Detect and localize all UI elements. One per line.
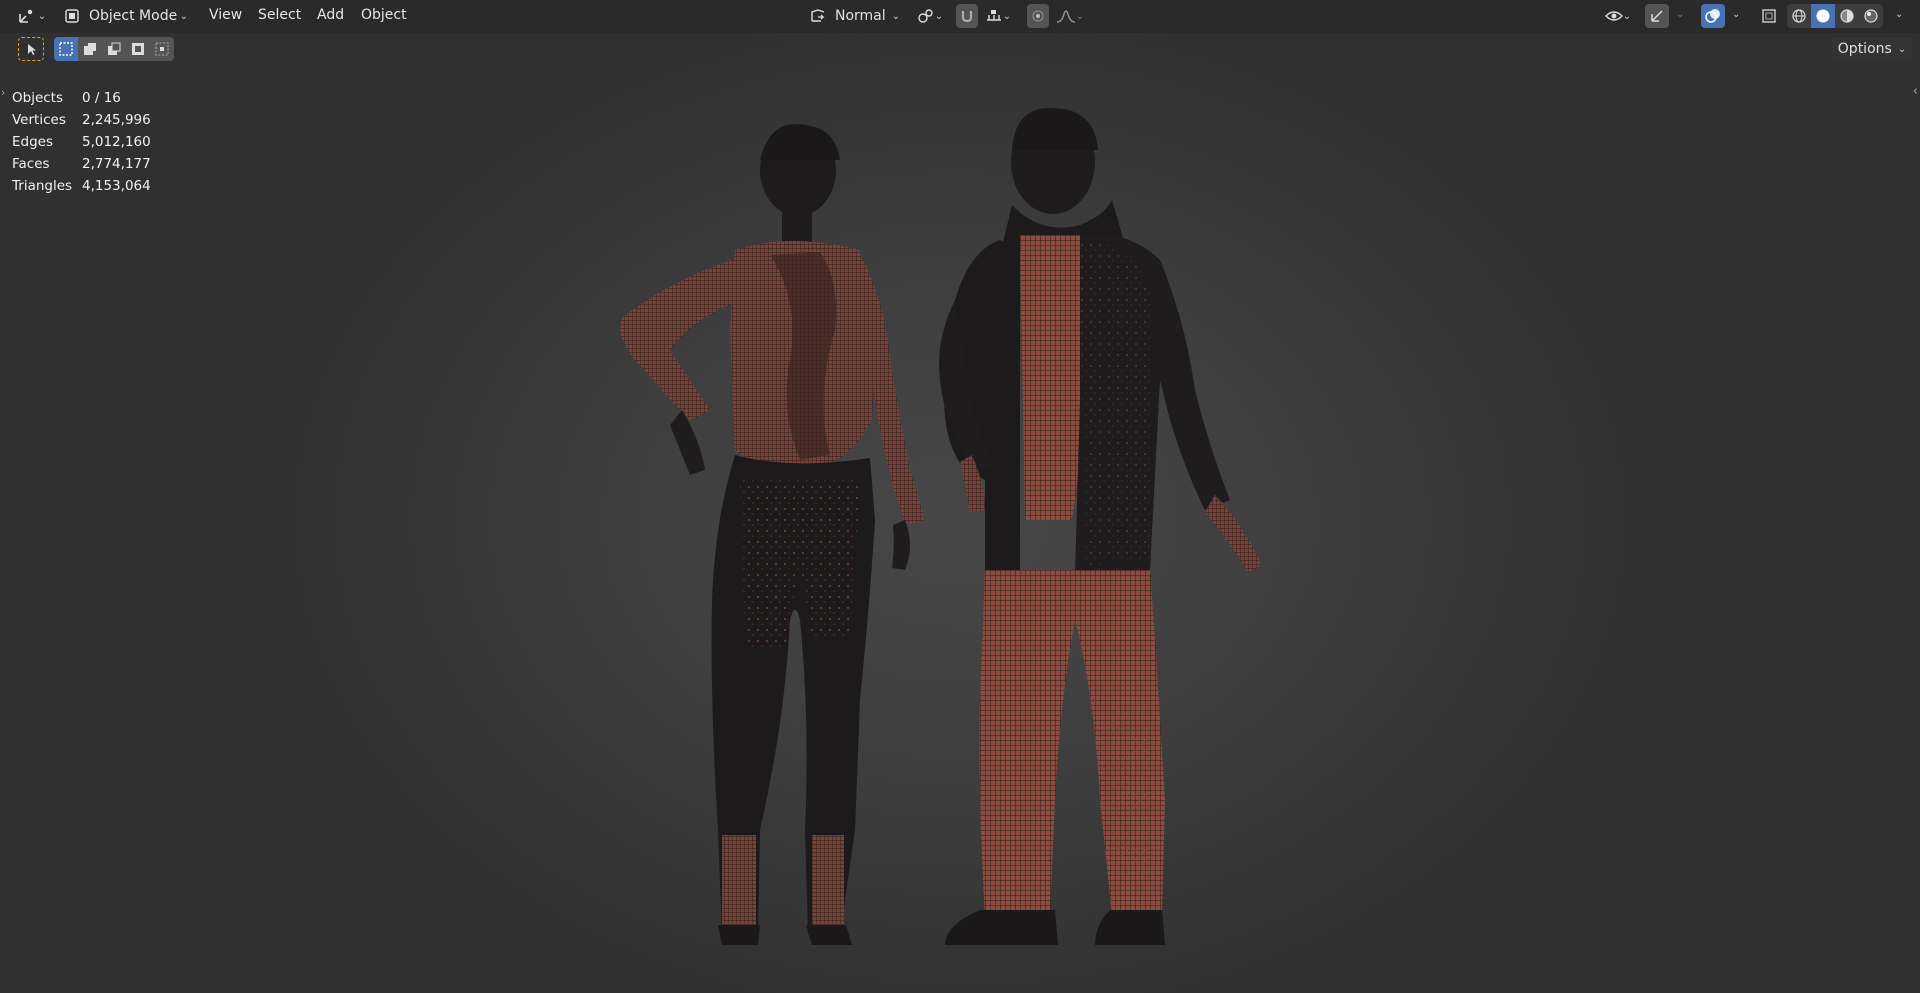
gizmo-chevron-down-icon[interactable]: ⌄ — [1676, 9, 1684, 20]
overlays-icon — [1705, 9, 1720, 23]
chevron-down-icon: ⌄ — [1622, 10, 1632, 22]
chevron-down-icon: ⌄ — [934, 10, 944, 22]
shading-chevron-down-icon[interactable]: ⌄ — [1895, 9, 1903, 20]
stat-label: Triangles — [12, 178, 73, 194]
orientation-label: Normal — [835, 8, 886, 24]
stat-value: 4,153,064 — [82, 178, 151, 194]
select-extend-icon[interactable] — [78, 37, 102, 61]
menu-select[interactable]: Select — [258, 7, 301, 23]
gizmo-icon — [1651, 10, 1663, 22]
select-subtract-icon[interactable] — [102, 37, 126, 61]
select-intersect-icon[interactable] — [150, 37, 174, 61]
snap-increment-icon — [986, 10, 1001, 21]
solid-shading-icon[interactable] — [1811, 4, 1835, 28]
stat-label: Faces — [12, 156, 50, 172]
tool-settings-bar: Options ⌄ — [0, 33, 1920, 66]
man-figure — [939, 107, 1262, 945]
proportional-editing-toggle[interactable] — [1027, 4, 1049, 28]
transform-orientation-dropdown[interactable]: Normal ⌄ — [806, 4, 902, 28]
mode-dropdown[interactable]: Object Mode ⌄ — [60, 4, 192, 28]
xray-icon — [1762, 9, 1776, 23]
falloff-dropdown[interactable]: ⌄ — [1052, 4, 1088, 28]
proportional-editing-icon — [1032, 10, 1044, 22]
sidebar-toggle-icon[interactable]: ‹ — [1913, 84, 1918, 99]
stat-label: Vertices — [12, 112, 66, 128]
options-dropdown[interactable]: Options ⌄ — [1832, 37, 1912, 61]
scene-statistics: Objects 0 / 16 Vertices 2,245,996 Edges 5,0… — [12, 87, 151, 197]
falloff-curve-icon — [1056, 10, 1075, 23]
toolbar-toggle-icon[interactable]: › — [1, 86, 5, 99]
shading-mode-group — [1787, 4, 1883, 28]
chevron-down-icon: ⌄ — [179, 10, 188, 22]
selection-mode-group — [54, 37, 174, 61]
menu-add[interactable]: Add — [317, 7, 344, 23]
gizmo-toggle[interactable] — [1645, 4, 1669, 28]
pivot-point-dropdown[interactable]: ⌄ — [913, 4, 947, 28]
stat-edges: Edges 5,012,160 — [12, 131, 151, 153]
menu-object[interactable]: Object — [361, 7, 407, 23]
snap-target-dropdown[interactable]: ⌄ — [980, 4, 1016, 28]
chevron-down-icon: ⌄ — [1002, 10, 1012, 22]
editor-type-button[interactable]: ⌄ — [14, 4, 50, 28]
viewport-header: ⌄ Object Mode ⌄ View Select Add Object N… — [0, 0, 1920, 33]
chevron-down-icon: ⌄ — [1897, 43, 1907, 55]
stat-triangles: Triangles 4,153,064 — [12, 175, 151, 197]
select-invert-icon[interactable] — [126, 37, 150, 61]
snap-magnet-icon — [961, 11, 973, 23]
select-new-icon[interactable] — [54, 37, 78, 61]
object-mode-icon — [65, 9, 79, 23]
transform-gizmo-icon — [18, 9, 32, 23]
snap-toggle[interactable] — [956, 4, 978, 28]
rendered-shading-icon[interactable] — [1859, 4, 1883, 28]
stat-value: 2,774,177 — [82, 156, 151, 172]
woman-figure — [620, 124, 925, 945]
stat-faces: Faces 2,774,177 — [12, 153, 151, 175]
stat-vertices: Vertices 2,245,996 — [12, 109, 151, 131]
chevron-down-icon: ⌄ — [1075, 10, 1085, 22]
xray-toggle[interactable] — [1757, 4, 1781, 28]
stat-label: Edges — [12, 134, 54, 150]
stat-objects: Objects 0 / 16 — [12, 87, 151, 109]
options-label: Options — [1837, 41, 1892, 57]
stat-label: Objects — [12, 90, 64, 106]
eye-icon — [1604, 11, 1623, 21]
mode-label: Object Mode — [89, 8, 178, 24]
menu-view[interactable]: View — [209, 7, 242, 23]
visibility-dropdown[interactable]: ⌄ — [1600, 4, 1636, 28]
select-cursor-icon — [28, 44, 36, 55]
chevron-down-icon: ⌄ — [891, 10, 900, 22]
wireframe-shading-icon[interactable] — [1787, 4, 1811, 28]
orientation-icon — [811, 9, 825, 22]
active-tool-button[interactable] — [18, 37, 44, 61]
overlays-toggle[interactable] — [1701, 4, 1725, 28]
stat-value: 0 / 16 — [82, 90, 121, 106]
viewport-scene — [620, 107, 1262, 945]
stat-value: 2,245,996 — [82, 112, 151, 128]
chevron-down-icon: ⌄ — [37, 10, 47, 22]
material-shading-icon[interactable] — [1835, 4, 1859, 28]
3d-viewport[interactable]: Objects 0 / 16 Vertices 2,245,996 Edges 5,0… — [0, 0, 1920, 993]
overlays-chevron-down-icon[interactable]: ⌄ — [1732, 9, 1740, 20]
stat-value: 5,012,160 — [82, 134, 151, 150]
pivot-point-icon — [918, 9, 933, 23]
